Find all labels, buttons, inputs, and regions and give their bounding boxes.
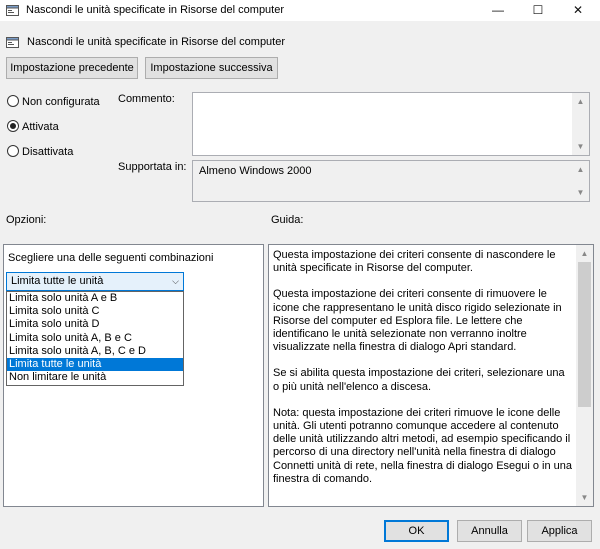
radio-not-configured[interactable]: Non configurata [7,95,100,110]
scroll-down-icon[interactable]: ▼ [576,489,593,506]
drive-combo[interactable]: Limita tutte le unità ⌵ [6,272,184,291]
drive-dropdown-list[interactable]: Limita solo unità A e B Limita solo unit… [6,291,184,386]
radio-disabled-label: Disattivata [22,146,74,159]
policy-title: Nascondi le unità specificate in Risorse… [27,36,286,48]
close-button[interactable]: ✕ [558,0,598,21]
ok-button[interactable]: OK [384,520,449,542]
scroll-down-icon[interactable]: ▼ [572,184,589,201]
dropdown-item-selected[interactable]: Limita tutte le unità [7,357,183,372]
guide-paragraph: Nota: questa impostazione dei criteri ri… [273,406,573,485]
dropdown-item[interactable]: Limita solo unità A e B [7,292,183,305]
drive-combo-value: Limita tutte le unità [11,275,104,287]
guide-text: Questa impostazione dei criteri consente… [269,245,577,486]
scroll-up-icon[interactable]: ▲ [572,161,589,178]
title-bar: Nascondi le unità specificate in Risorse… [0,0,600,21]
dropdown-item[interactable]: Limita solo unità A, B e C [7,332,183,345]
guide-panel: Questa impostazione dei criteri consente… [268,244,594,507]
radio-disabled[interactable]: Disattivata [7,145,74,160]
chevron-down-icon[interactable]: ⌵ [172,273,179,290]
comment-scrollbar[interactable]: ▲ ▼ [572,93,589,155]
previous-setting-button[interactable]: Impostazione precedente [6,57,138,79]
guide-scrollbar[interactable]: ▲ ▼ [576,245,593,506]
guide-label: Guida: [271,214,304,226]
radio-enabled-indicator[interactable] [7,120,19,133]
close-icon: ✕ [572,3,584,17]
guide-paragraph: Questa impostazione dei criteri consente… [273,288,562,354]
radio-enabled-label: Attivata [22,121,59,134]
guide-paragraph: Se si abilita questa impostazione dei cr… [273,367,565,393]
scroll-up-icon[interactable]: ▲ [572,93,589,110]
scroll-up-icon[interactable]: ▲ [576,245,593,262]
dropdown-item[interactable]: Limita solo unità C [7,305,183,318]
radio-enabled[interactable]: Attivata [7,120,59,135]
dropdown-item[interactable]: Non limitare le unità [7,371,183,384]
radio-not-configured-label: Non configurata [22,96,100,109]
guide-paragraph: Questa impostazione dei criteri consente… [273,249,556,275]
combo-prompt: Scegliere una delle seguenti combinazion… [8,252,214,264]
scroll-down-icon[interactable]: ▼ [572,138,589,155]
dropdown-item[interactable]: Limita solo unità A, B, C e D [7,345,183,358]
policy-settings-icon [6,5,19,16]
next-setting-button[interactable]: Impostazione successiva [145,57,278,79]
policy-icon [6,37,19,48]
maximize-icon: ☐ [532,3,544,17]
options-label: Opzioni: [6,214,47,226]
comment-label: Commento: [118,93,175,105]
scroll-thumb[interactable] [578,262,591,407]
cancel-button[interactable]: Annulla [457,520,522,542]
maximize-button[interactable]: ☐ [518,0,558,21]
supported-field: Almeno Windows 2000 ▲ ▼ [192,160,590,202]
comment-textarea[interactable]: ▲ ▼ [192,92,590,156]
radio-disabled-indicator[interactable] [7,145,19,158]
supported-scrollbar[interactable]: ▲ ▼ [572,161,589,201]
dropdown-item[interactable]: Limita solo unità D [7,318,183,331]
apply-button[interactable]: Applica [527,520,592,542]
radio-not-configured-indicator[interactable] [7,95,19,108]
minimize-button[interactable]: — [478,0,518,21]
supported-label: Supportata in: [118,161,187,173]
minimize-icon: — [492,3,504,17]
supported-value: Almeno Windows 2000 [199,165,312,177]
window-title: Nascondi le unità specificate in Risorse… [26,4,285,16]
